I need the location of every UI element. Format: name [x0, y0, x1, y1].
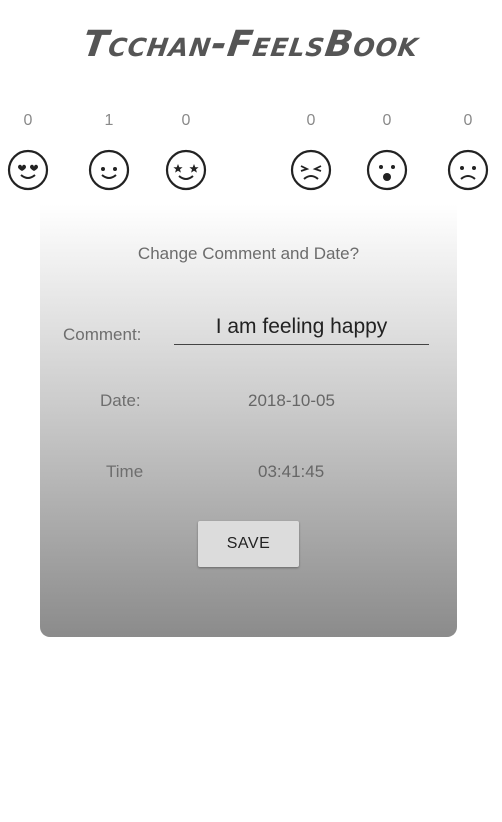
date-value[interactable]: 2018-10-05 — [248, 391, 335, 411]
dialog-title: Change Comment and Date? — [137, 244, 360, 263]
star-eyes-face-icon[interactable] — [164, 148, 208, 192]
emotion-sad[interactable]: 0 — [446, 112, 490, 192]
app-title: Tcchan-FeelsBook — [80, 24, 422, 65]
comment-label: Comment: — [63, 325, 142, 344]
emotion-love[interactable]: 0 — [6, 112, 50, 192]
time-label: Time — [106, 462, 144, 481]
date-label: Date: — [100, 391, 141, 410]
emotion-count-star: 0 — [181, 112, 191, 129]
emotion-count-angry: 0 — [306, 112, 316, 129]
emotion-count-sad: 0 — [463, 112, 473, 129]
comment-input[interactable] — [174, 310, 429, 345]
emotion-angry[interactable]: 0 — [289, 112, 333, 192]
emotion-count-smile: 1 — [104, 112, 114, 129]
smile-face-icon[interactable] — [87, 148, 131, 192]
time-value[interactable]: 03:41:45 — [258, 462, 324, 482]
emotion-smile[interactable]: 1 — [87, 112, 131, 192]
surprised-face-icon[interactable] — [365, 148, 409, 192]
angry-face-icon[interactable] — [289, 148, 333, 192]
edit-dialog: Change Comment and Date? Comment: Date: … — [40, 204, 457, 637]
emotion-count-surprised: 0 — [382, 112, 392, 129]
love-face-icon[interactable] — [6, 148, 50, 192]
emotion-surprised[interactable]: 0 — [365, 112, 409, 192]
sad-face-icon[interactable] — [446, 148, 490, 192]
emotion-star[interactable]: 0 — [164, 112, 208, 192]
save-button[interactable]: SAVE — [198, 521, 299, 567]
emotion-count-love: 0 — [23, 112, 33, 129]
